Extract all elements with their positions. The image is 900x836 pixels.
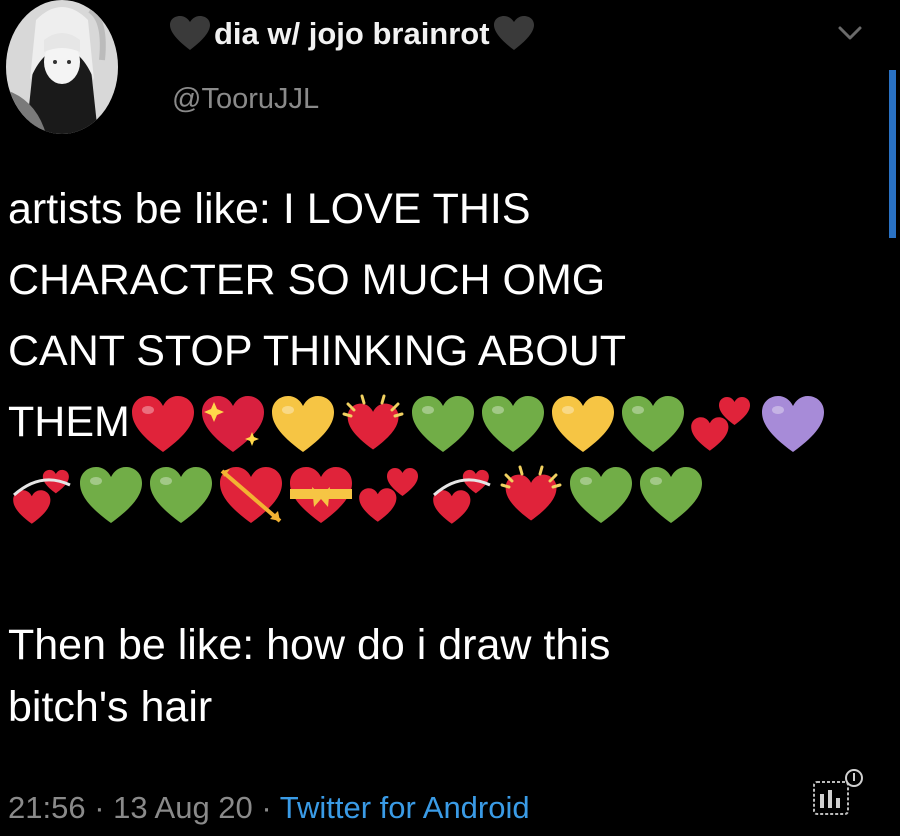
green-heart-icon (638, 465, 704, 527)
tweet: dia w/ jojo brainrot @TooruJJL artists b… (0, 0, 900, 836)
scroll-indicator (889, 70, 896, 238)
display-name-row[interactable]: dia w/ jojo brainrot (170, 12, 534, 56)
tweet-source-link[interactable]: Twitter for Android (280, 790, 530, 825)
tweet-meta: 21:56 · 13 Aug 20 · Twitter for Android (8, 786, 530, 830)
beating-heart-icon (340, 394, 406, 456)
green-heart-icon (620, 394, 686, 456)
user-handle[interactable]: @TooruJJL (172, 80, 319, 118)
tweet-time[interactable]: 21:56 (8, 790, 86, 825)
tweet-line: CHARACTER SO MUCH OMG (8, 256, 606, 304)
emoji-row (130, 394, 826, 456)
tweet-date[interactable]: 13 Aug 20 (113, 790, 253, 825)
two-hearts-icon (690, 394, 756, 456)
display-name: dia w/ jojo brainrot (214, 16, 490, 51)
yellow-heart-icon (270, 394, 336, 456)
tweet-text: artists be like: I LOVE THIS CHARACTER S… (8, 174, 888, 529)
sparkling-heart-icon (200, 394, 266, 456)
analytics-icon[interactable] (808, 768, 868, 818)
anime-girl-avatar-icon (6, 0, 118, 134)
purple-heart-icon (760, 394, 826, 456)
tweet-text-second: Then be like: how do i draw this bitch's… (8, 614, 888, 738)
green-heart-icon (480, 394, 546, 456)
tweet-line: artists be like: I LOVE THIS (8, 185, 531, 233)
chevron-down-icon[interactable] (836, 22, 864, 44)
green-heart-icon (148, 465, 214, 527)
tweet-line: CANT STOP THINKING ABOUT (8, 327, 627, 375)
tweet-line: Then be like: how do i draw this (8, 621, 611, 669)
green-heart-icon (410, 394, 476, 456)
black-heart-icon (170, 16, 210, 52)
yellow-heart-icon (550, 394, 616, 456)
avatar[interactable] (6, 0, 118, 134)
heart-with-ribbon-icon (288, 465, 354, 527)
tweet-emoji-line (8, 458, 888, 529)
green-heart-icon (568, 465, 634, 527)
red-heart-icon (130, 394, 196, 456)
meta-separator: · (85, 790, 114, 825)
green-heart-icon (78, 465, 144, 527)
tweet-line: bitch's hair (8, 683, 213, 731)
beating-heart-icon (498, 465, 564, 527)
tweet-line-with-emoji: THEM (8, 387, 888, 458)
two-hearts-icon (358, 465, 424, 527)
emoji-row (8, 465, 704, 527)
meta-separator: · (252, 790, 280, 825)
black-heart-icon (493, 16, 534, 52)
heart-with-arrow-icon (218, 465, 284, 527)
tweet-word: THEM (8, 398, 130, 446)
revolving-hearts-icon (428, 465, 494, 527)
revolving-hearts-icon (8, 465, 74, 527)
